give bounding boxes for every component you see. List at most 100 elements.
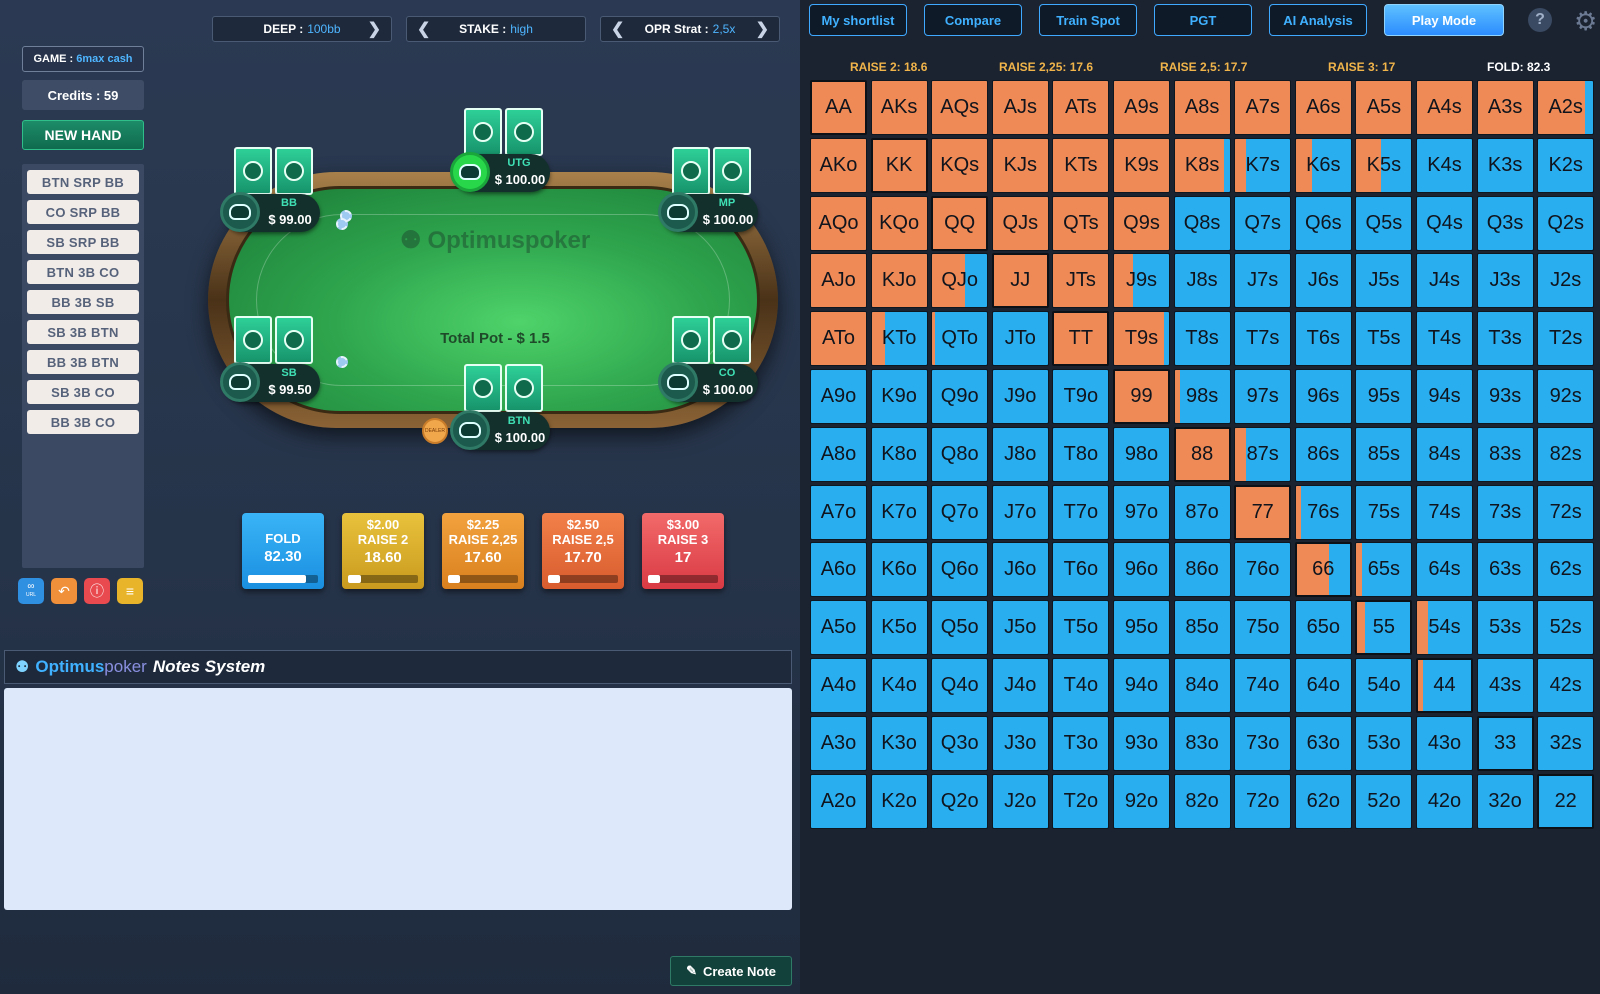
hand-cell[interactable]: Q3o xyxy=(931,715,989,771)
chevron-right-icon[interactable]: ❯ xyxy=(368,19,381,39)
hand-cell[interactable]: T9s xyxy=(1113,311,1170,367)
spot-bb-3b-btn[interactable]: BB 3B BTN xyxy=(27,350,139,374)
hand-cell[interactable]: A6s xyxy=(1294,80,1352,135)
hand-cell[interactable]: J8s xyxy=(1173,253,1231,309)
hand-cell[interactable]: T5s xyxy=(1355,311,1413,367)
hand-cell[interactable]: J4o xyxy=(991,658,1049,713)
hand-cell[interactable]: 63o xyxy=(1294,715,1352,771)
hand-cell[interactable]: 94s xyxy=(1416,369,1473,424)
hand-cell[interactable]: T8s xyxy=(1173,311,1231,367)
hand-cell[interactable]: Q2s xyxy=(1537,195,1595,251)
hand-cell[interactable]: 99 xyxy=(1113,369,1170,424)
hand-cell[interactable]: KQo xyxy=(870,195,928,251)
hand-cell[interactable]: A9o xyxy=(810,369,867,424)
spot-sb-3b-co[interactable]: SB 3B CO xyxy=(27,380,139,404)
seat-utg[interactable]: UTG $ 100.00 xyxy=(450,152,550,192)
hand-cell[interactable]: Q6s xyxy=(1294,195,1352,251)
hand-cell[interactable]: 64o xyxy=(1294,658,1352,713)
hand-cell[interactable]: K8s xyxy=(1173,137,1231,193)
hand-cell[interactable]: Q2o xyxy=(931,773,989,829)
hand-cell[interactable]: KQs xyxy=(931,137,989,193)
hand-cell[interactable]: K3o xyxy=(870,715,928,771)
hand-cell[interactable]: K2s xyxy=(1537,137,1595,193)
action-raise-3-button[interactable]: $3.00 RAISE 3 17 xyxy=(642,513,724,589)
hand-cell[interactable]: AQs xyxy=(931,80,989,135)
hand-cell[interactable]: A9s xyxy=(1113,80,1170,135)
chevron-right-icon[interactable]: ❯ xyxy=(756,19,769,39)
hand-cell[interactable]: T6o xyxy=(1052,542,1110,598)
hand-cell[interactable]: A8s xyxy=(1173,80,1231,135)
hand-cell[interactable]: K8o xyxy=(870,426,928,482)
hand-cell[interactable]: 32o xyxy=(1476,773,1534,829)
hand-cell[interactable]: 95o xyxy=(1113,600,1170,656)
hand-cell[interactable]: K7s xyxy=(1234,137,1292,193)
hand-cell[interactable]: 84s xyxy=(1416,426,1473,482)
hand-cell[interactable]: 62s xyxy=(1537,542,1595,598)
hand-cell[interactable]: 84o xyxy=(1173,658,1231,713)
hand-cell[interactable]: Q8o xyxy=(931,426,989,482)
hand-cell[interactable]: 55 xyxy=(1355,600,1413,656)
deep-selector[interactable]: DEEP :100bb ❯ xyxy=(212,16,392,42)
hand-cell[interactable]: Q4s xyxy=(1416,195,1473,251)
seat-bb[interactable]: BB $ 99.00 xyxy=(220,192,320,232)
hand-cell[interactable]: Q6o xyxy=(931,542,989,598)
seat-co[interactable]: CO $ 100.00 xyxy=(658,362,758,402)
hand-cell[interactable]: JJ xyxy=(991,253,1049,309)
hand-cell[interactable]: A4s xyxy=(1416,80,1473,135)
hand-cell[interactable]: 54s xyxy=(1416,600,1473,656)
stake-selector[interactable]: ❮ STAKE : high xyxy=(406,16,586,42)
hand-cell[interactable]: T6s xyxy=(1294,311,1352,367)
hand-cell[interactable]: 82s xyxy=(1537,426,1595,482)
hand-cell[interactable]: 83s xyxy=(1476,426,1534,482)
hand-cell[interactable]: 73s xyxy=(1476,484,1534,540)
spot-sb-srp-bb[interactable]: SB SRP BB xyxy=(27,230,139,254)
hand-cell[interactable]: T4s xyxy=(1416,311,1473,367)
hand-cell[interactable]: 43o xyxy=(1416,715,1473,771)
hand-cell[interactable]: JTo xyxy=(991,311,1049,367)
opr-strat-selector[interactable]: ❮ OPR Strat :2,5x ❯ xyxy=(600,16,780,42)
hand-cell[interactable]: J3o xyxy=(991,715,1049,771)
hand-cell[interactable]: 86s xyxy=(1294,426,1352,482)
hand-cell[interactable]: Q7s xyxy=(1234,195,1292,251)
hand-cell[interactable]: 42o xyxy=(1416,773,1473,829)
hand-cell[interactable]: KJo xyxy=(870,253,928,309)
hand-cell[interactable]: KJs xyxy=(991,137,1049,193)
hand-cell[interactable]: T3o xyxy=(1052,715,1110,771)
hand-cell[interactable]: J3s xyxy=(1476,253,1534,309)
hand-cell[interactable]: A2s xyxy=(1537,80,1595,135)
hand-cell[interactable]: Q9s xyxy=(1113,195,1170,251)
seat-sb[interactable]: SB $ 99.50 xyxy=(220,362,320,402)
hand-cell[interactable]: AJo xyxy=(810,253,867,309)
hand-cell[interactable]: J5o xyxy=(991,600,1049,656)
alert-icon[interactable]: ⓘ xyxy=(84,578,110,604)
hand-cell[interactable]: K5s xyxy=(1355,137,1413,193)
action-raise-2-button[interactable]: $2.00 RAISE 2 18.60 xyxy=(342,513,424,589)
spot-bb-3b-sb[interactable]: BB 3B SB xyxy=(27,290,139,314)
hand-cell[interactable]: QJo xyxy=(931,253,989,309)
hand-cell[interactable]: J2o xyxy=(991,773,1049,829)
hand-cell[interactable]: 72s xyxy=(1537,484,1595,540)
hand-cell[interactable]: QJs xyxy=(991,195,1049,251)
spot-co-srp-bb[interactable]: CO SRP BB xyxy=(27,200,139,224)
hand-cell[interactable]: T5o xyxy=(1052,600,1110,656)
notes-icon[interactable]: ≡ xyxy=(117,578,143,604)
help-icon[interactable]: ? xyxy=(1528,8,1552,32)
spot-bb-3b-co[interactable]: BB 3B CO xyxy=(27,410,139,434)
hand-cell[interactable]: 76o xyxy=(1234,542,1292,598)
hand-cell[interactable]: Q7o xyxy=(931,484,989,540)
action-fold-button[interactable]: FOLD 82.30 xyxy=(242,513,324,589)
hand-cell[interactable]: J4s xyxy=(1416,253,1473,309)
hand-cell[interactable]: 93s xyxy=(1476,369,1534,424)
hand-cell[interactable]: 97o xyxy=(1113,484,1170,540)
hand-cell[interactable]: A8o xyxy=(810,426,867,482)
hand-cell[interactable]: 86o xyxy=(1173,542,1231,598)
hand-cell[interactable]: J6s xyxy=(1294,253,1352,309)
hand-cell[interactable]: K6o xyxy=(870,542,928,598)
hand-cell[interactable]: KTo xyxy=(870,311,928,367)
hand-cell[interactable]: 22 xyxy=(1537,773,1595,829)
hand-cell[interactable]: JTs xyxy=(1052,253,1110,309)
hand-cell[interactable]: A5s xyxy=(1355,80,1413,135)
hand-cell[interactable]: T3s xyxy=(1476,311,1534,367)
hand-cell[interactable]: T4o xyxy=(1052,658,1110,713)
hand-cell[interactable]: 83o xyxy=(1173,715,1231,771)
